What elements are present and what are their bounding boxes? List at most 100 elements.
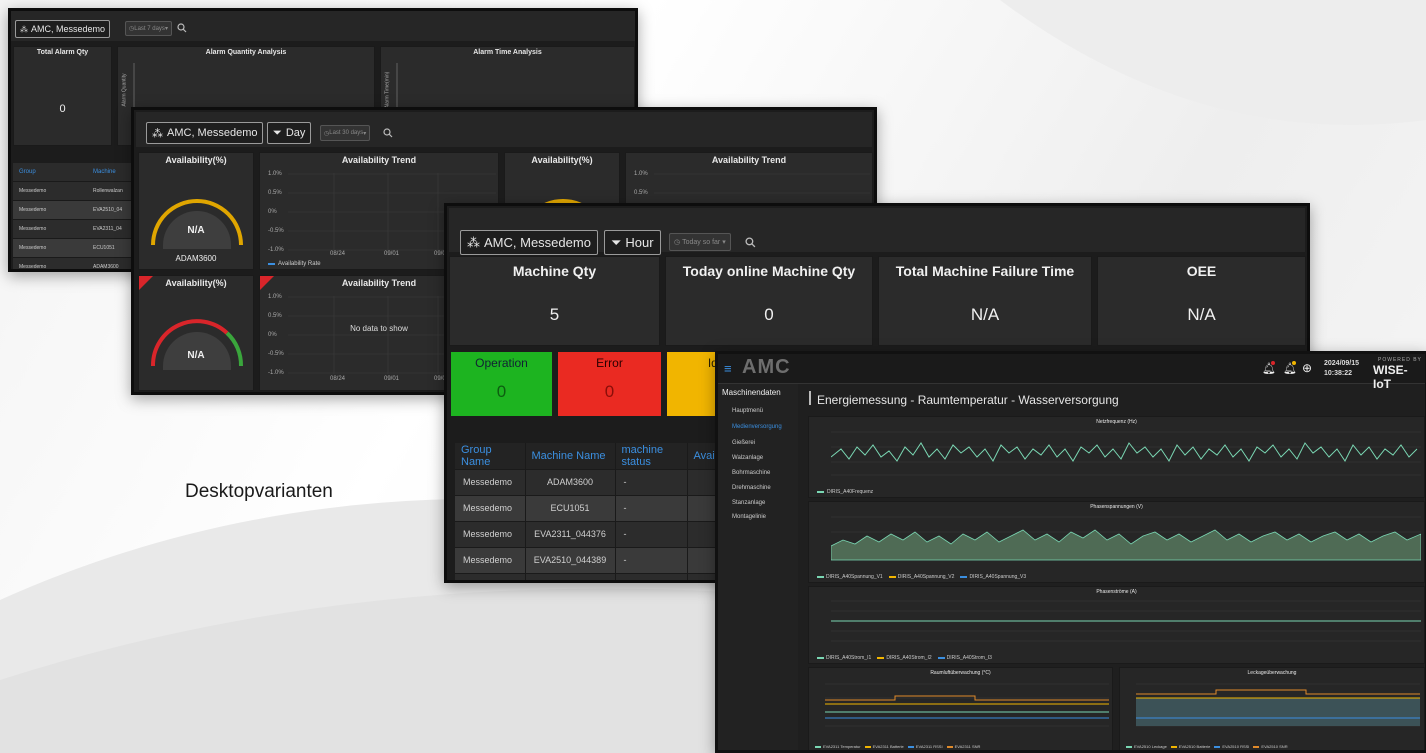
- legend-item: EVA2510 Leckage: [1126, 744, 1167, 749]
- table-row[interactable]: Messedemo EVA2510_04: [13, 200, 134, 219]
- table-row[interactable]: Messedemo EVA2311_044376-: [455, 520, 728, 547]
- status-value: 0: [496, 382, 507, 401]
- chart-panel-frequency: Netzfrequenz (Hz) DIRIS_A40Frequenz: [808, 416, 1425, 498]
- legend-item: DIRIS_A40Strom_I1: [817, 655, 871, 661]
- table-row[interactable]: Messedemo EVA2510_044389-: [455, 546, 728, 573]
- sidebar-item-montagelinie[interactable]: Montagelinie: [732, 514, 766, 520]
- hierarchy-icon: ⁂: [152, 127, 163, 140]
- globe-icon[interactable]: ⊕: [1302, 361, 1312, 375]
- table-row[interactable]: Messedemo ADAM3600: [13, 257, 134, 269]
- caption-desktop-variants: Desktopvarianten: [185, 481, 333, 502]
- panel-title: Availability(%): [165, 278, 227, 288]
- time-range-select[interactable]: ◷ Last 7 days ▾: [125, 21, 172, 36]
- sidebar-item-medienversorgung[interactable]: Medienversorgung: [732, 424, 782, 430]
- legend-item: EVA2311 SNR: [946, 744, 980, 749]
- granularity-selector[interactable]: ⏷ Day: [267, 122, 312, 144]
- y-tick: 0.5%: [634, 190, 648, 196]
- time-range-label: Last 7 days: [134, 25, 165, 32]
- legend-item: DIRIS_A40Strom_I2: [877, 655, 932, 661]
- sidebar-item-bohrmaschine[interactable]: Bohrmaschine: [732, 470, 770, 476]
- panel-title: Availability Trend: [341, 155, 417, 165]
- clock-icon: ◷: [674, 239, 681, 246]
- caret-down-icon: ▾: [164, 26, 168, 32]
- y-tick: 0.5%: [268, 190, 282, 196]
- status-tile-error[interactable]: Error 0: [558, 352, 661, 416]
- table-row[interactable]: Messedemo ADAM3600-: [455, 468, 728, 495]
- column-header-machine[interactable]: Machine: [89, 169, 116, 175]
- table-row[interactable]: Messedemo ECU1051: [13, 238, 134, 257]
- kpi-value: N/A: [970, 305, 1000, 324]
- time-range-select[interactable]: ◷ Last 30 days ▾: [320, 125, 371, 141]
- panel-title: Availability(%): [165, 155, 227, 165]
- y-tick: -1.0%: [268, 247, 284, 253]
- legend-swatch: [864, 746, 871, 748]
- x-tick: 08/24: [330, 376, 346, 382]
- legend: Availability Rate: [268, 261, 321, 267]
- column-header-group[interactable]: Group: [13, 169, 89, 175]
- granularity-selector[interactable]: ⏷ Hour: [604, 230, 661, 255]
- legend-swatch: [877, 657, 885, 659]
- total-alarm-panel: Total Alarm Qty 0: [13, 46, 112, 146]
- kpi-title: OEE: [1186, 263, 1217, 279]
- status-tile-operation[interactable]: Operation 0: [451, 352, 552, 416]
- y-tick: -0.5%: [268, 351, 284, 357]
- y-tick: 0.5%: [268, 313, 282, 319]
- y-axis-label: Alarm Quantity: [121, 73, 128, 107]
- availability-gauge-yellow: [151, 199, 243, 249]
- sidebar-item-giesserei[interactable]: Gießerei: [732, 440, 755, 446]
- sidebar-item-hauptmenue[interactable]: Hauptmenü: [732, 408, 763, 414]
- time-range-label: Today so far: [682, 238, 721, 246]
- sidebar-item-stanzanlage[interactable]: Stanzanlage: [732, 500, 765, 506]
- org-selector[interactable]: ⁂ AMC, Messedemo: [146, 122, 264, 144]
- table-row[interactable]: MessedemoRollenwalzanlage-: [455, 572, 728, 580]
- column-header-machine-name[interactable]: Machine Name: [525, 443, 616, 469]
- sidebar-item-drehmaschine[interactable]: Drehmaschine: [732, 485, 771, 491]
- panel-title: Availability(%): [531, 155, 593, 165]
- chart-title: Phasenströme (A): [1096, 589, 1137, 595]
- x-tick: 09/01: [384, 251, 400, 257]
- table-row[interactable]: Messedemo ECU1051-: [455, 494, 728, 521]
- total-alarm-value: 0: [59, 103, 66, 115]
- search-icon[interactable]: [383, 128, 393, 138]
- column-header-group-name[interactable]: Group Name: [455, 443, 526, 469]
- table-row[interactable]: Messedemo Rollenwalzan: [13, 181, 134, 200]
- status-title: Error: [596, 356, 623, 370]
- panel-title: Total Alarm Qty: [36, 49, 89, 56]
- granularity-label: Day: [285, 127, 306, 139]
- table-row[interactable]: Messedemo EVA2311_04: [13, 219, 134, 238]
- chart-title: Raumluftüberwachung (°C): [930, 670, 991, 676]
- kpi-title: Total Machine Failure Time: [895, 263, 1075, 279]
- chart-panel-current: Phasenströme (A) DIRIS_A40Strom_I1 DIRIS…: [808, 586, 1425, 664]
- sidebar-title: Maschinendaten: [722, 388, 781, 397]
- kpi-failure-time: Total Machine Failure Time N/A: [878, 256, 1092, 346]
- menu-icon[interactable]: ≡: [724, 361, 732, 376]
- legend-item: EVA2510 SNR: [1253, 744, 1288, 749]
- time-range-select[interactable]: ◷ Today so far ▾: [669, 233, 731, 251]
- legend-swatch: [888, 576, 896, 578]
- kpi-title: Machine Qty: [512, 263, 597, 279]
- legend-swatch: [907, 746, 914, 748]
- legend-item: DIRIS_A40Spannung_V3: [960, 574, 1026, 580]
- search-icon[interactable]: [745, 237, 756, 248]
- y-tick: -1.0%: [268, 370, 284, 376]
- search-icon[interactable]: [177, 23, 187, 33]
- x-tick: 09/01: [384, 376, 400, 382]
- panel-title: Alarm Time Analysis: [473, 49, 542, 56]
- hierarchy-icon: ⁂: [467, 234, 480, 250]
- org-selector[interactable]: ⁂ AMC, Messedemo: [460, 230, 598, 255]
- availability-gauge-panel: Availability(%) N/A ADAM3600: [138, 152, 254, 270]
- chart-title: Netzfrequenz (Hz): [1096, 419, 1137, 425]
- app-header: [718, 354, 1425, 384]
- sidebar-item-walzanlage[interactable]: Walzanlage: [732, 455, 763, 461]
- page-title-bar: [809, 391, 811, 405]
- frequency-line-chart: [831, 431, 1421, 476]
- legend-item: EVA2311 Batterie: [864, 744, 904, 749]
- sidebar: [718, 384, 798, 750]
- legend-item: EVA2510 Batterie: [1170, 744, 1210, 749]
- alert-dot: [1271, 361, 1275, 365]
- funnel-icon: ⏷: [611, 234, 622, 250]
- legend-item: EVA2311 RSSI: [907, 744, 943, 749]
- org-selector[interactable]: ⁂ AMC, Messedemo: [15, 20, 111, 38]
- chart-panel-room-air: Raumluftüberwachung (°C) EVA2311 Tempera…: [808, 667, 1113, 750]
- column-header-machine-status[interactable]: machine status: [615, 443, 688, 469]
